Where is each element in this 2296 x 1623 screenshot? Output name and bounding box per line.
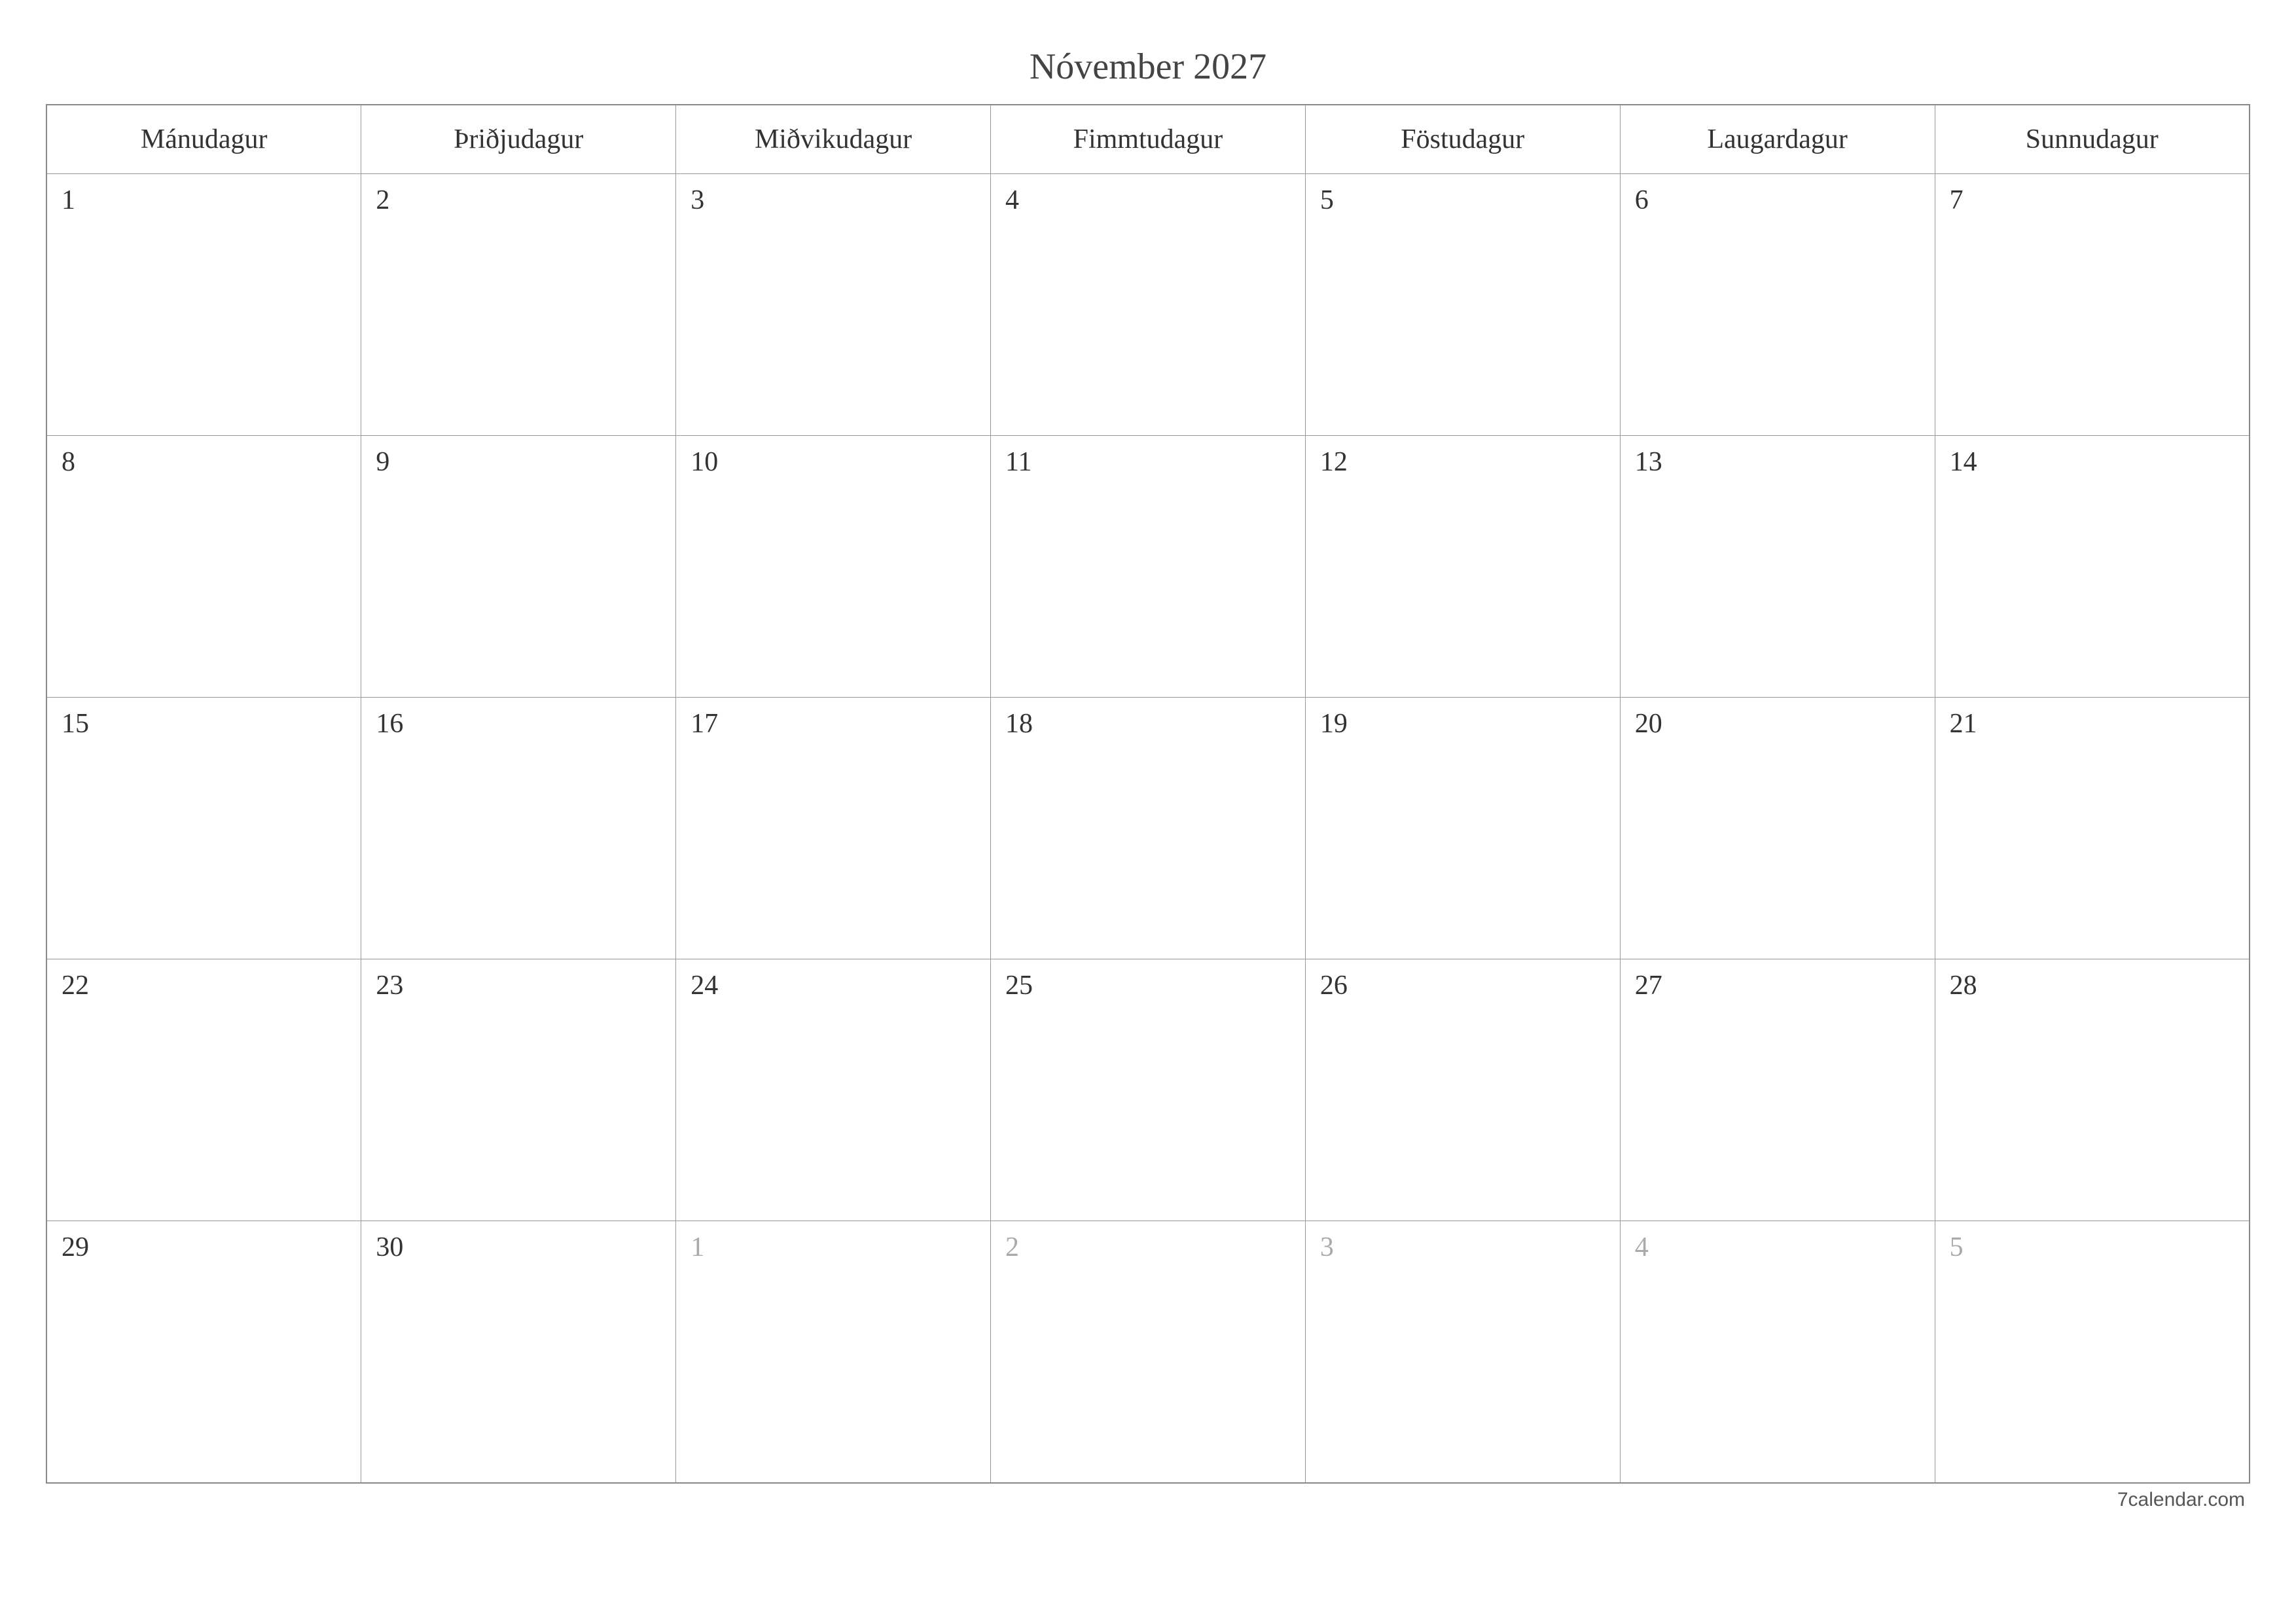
weekday-header: Föstudagur — [1305, 105, 1620, 174]
calendar-day-cell: 14 — [1935, 436, 2250, 698]
calendar-day-cell: 20 — [1620, 698, 1935, 959]
calendar-day-cell: 28 — [1935, 959, 2250, 1221]
calendar-grid: Mánudagur Þriðjudagur Miðvikudagur Fimmt… — [46, 104, 2250, 1484]
calendar-week-row: 29 30 1 2 3 4 5 — [46, 1221, 2250, 1483]
calendar-day-cell: 21 — [1935, 698, 2250, 959]
calendar-day-cell: 25 — [991, 959, 1306, 1221]
weekday-header: Mánudagur — [46, 105, 361, 174]
calendar-day-cell: 6 — [1620, 174, 1935, 436]
calendar-title: Nóvember 2027 — [46, 46, 2250, 88]
calendar-day-cell: 4 — [991, 174, 1306, 436]
calendar-day-cell-next-month: 1 — [676, 1221, 991, 1483]
calendar-day-cell: 19 — [1305, 698, 1620, 959]
calendar-day-cell: 1 — [46, 174, 361, 436]
calendar-day-cell: 16 — [361, 698, 676, 959]
calendar-day-cell: 17 — [676, 698, 991, 959]
calendar-day-cell: 8 — [46, 436, 361, 698]
calendar-day-cell: 26 — [1305, 959, 1620, 1221]
weekday-header-row: Mánudagur Þriðjudagur Miðvikudagur Fimmt… — [46, 105, 2250, 174]
calendar-day-cell: 18 — [991, 698, 1306, 959]
calendar-day-cell: 24 — [676, 959, 991, 1221]
calendar-day-cell: 7 — [1935, 174, 2250, 436]
calendar-day-cell: 12 — [1305, 436, 1620, 698]
calendar-day-cell-next-month: 2 — [991, 1221, 1306, 1483]
calendar-day-cell: 11 — [991, 436, 1306, 698]
calendar-day-cell-next-month: 5 — [1935, 1221, 2250, 1483]
weekday-header: Þriðjudagur — [361, 105, 676, 174]
weekday-header: Miðvikudagur — [676, 105, 991, 174]
calendar-day-cell-next-month: 4 — [1620, 1221, 1935, 1483]
calendar-day-cell: 30 — [361, 1221, 676, 1483]
calendar-day-cell: 15 — [46, 698, 361, 959]
calendar-day-cell: 9 — [361, 436, 676, 698]
calendar-day-cell: 29 — [46, 1221, 361, 1483]
calendar-body: 1 2 3 4 5 6 7 8 9 10 11 12 13 14 15 16 1… — [46, 174, 2250, 1483]
calendar-day-cell: 23 — [361, 959, 676, 1221]
calendar-day-cell: 13 — [1620, 436, 1935, 698]
calendar-day-cell: 5 — [1305, 174, 1620, 436]
calendar-day-cell: 3 — [676, 174, 991, 436]
weekday-header: Laugardagur — [1620, 105, 1935, 174]
weekday-header: Fimmtudagur — [991, 105, 1306, 174]
calendar-day-cell-next-month: 3 — [1305, 1221, 1620, 1483]
calendar-day-cell: 22 — [46, 959, 361, 1221]
calendar-week-row: 22 23 24 25 26 27 28 — [46, 959, 2250, 1221]
calendar-week-row: 15 16 17 18 19 20 21 — [46, 698, 2250, 959]
footer-attribution: 7calendar.com — [46, 1489, 2250, 1511]
calendar-week-row: 1 2 3 4 5 6 7 — [46, 174, 2250, 436]
calendar-day-cell: 27 — [1620, 959, 1935, 1221]
weekday-header: Sunnudagur — [1935, 105, 2250, 174]
calendar-day-cell: 10 — [676, 436, 991, 698]
calendar-week-row: 8 9 10 11 12 13 14 — [46, 436, 2250, 698]
calendar-day-cell: 2 — [361, 174, 676, 436]
